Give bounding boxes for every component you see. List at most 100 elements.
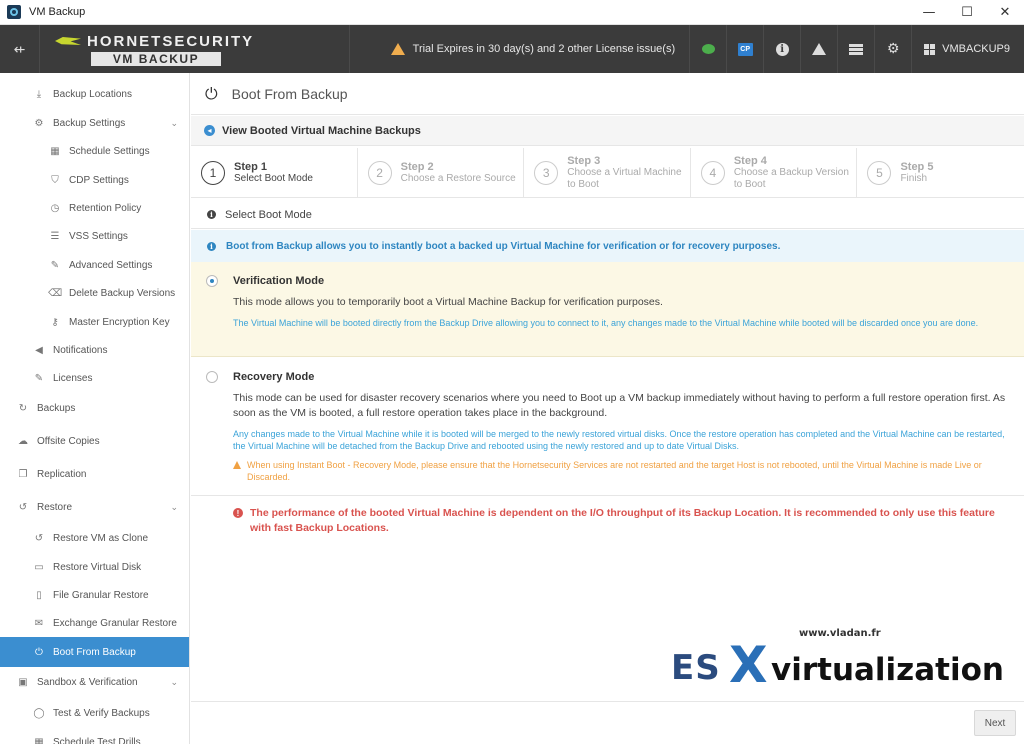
- recovery-mode-title: Recovery Mode: [233, 371, 315, 383]
- backup-locations-icon: ⤓: [36, 88, 42, 100]
- sidebar-item-label: Test & Verify Backups: [53, 707, 150, 719]
- alerts-button[interactable]: [801, 25, 839, 73]
- recovery-mode-desc: This mode can be used for disaster recov…: [233, 392, 1006, 419]
- advanced-settings-icon: ✎: [50, 259, 60, 271]
- backups-icon: ↻: [18, 402, 28, 414]
- sidebar-item-boot-from-backup[interactable]: ⏻ Boot From Backup: [0, 637, 189, 667]
- server-icon: [849, 43, 864, 55]
- chat-icon: [701, 44, 715, 54]
- page-header: ⏻ Boot From Backup: [191, 73, 1024, 115]
- sidebar-item-backup-settings[interactable]: ⚙ Backup Settings ⌄: [0, 108, 189, 138]
- step-desc: Choose a Virtual Machine to Boot: [567, 167, 682, 190]
- backup-settings-icon: ⚙: [34, 117, 44, 129]
- sidebar-item-label: Sandbox & Verification: [37, 676, 138, 688]
- trial-notice[interactable]: Trial Expires in 30 day(s) and 2 other L…: [390, 25, 691, 73]
- recovery-mode-warning: When using Instant Boot - Recovery Mode,…: [233, 459, 1010, 483]
- sidebar-item-backups[interactable]: ↻ Backups: [0, 393, 189, 423]
- verification-mode-radio[interactable]: [206, 275, 218, 287]
- offsite-copies-icon: ☁: [18, 435, 28, 447]
- sidebar-item-sandbox-verification[interactable]: ▣ Sandbox & Verification ⌄: [0, 667, 189, 697]
- sidebar-item-label: Restore: [37, 501, 73, 513]
- sidebar-item-label: Retention Policy: [69, 202, 142, 214]
- info-icon: i: [207, 210, 216, 219]
- sidebar-item-label: File Granular Restore: [53, 589, 149, 601]
- recovery-mode-note: Any changes made to the Virtual Machine …: [233, 429, 1005, 451]
- menu-toggle-icon[interactable]: ⇷: [0, 25, 40, 73]
- host-menu[interactable]: VMBACKUP9: [912, 43, 1024, 55]
- alert-icon: [812, 43, 827, 55]
- step-title: Step 4: [733, 155, 767, 167]
- hornet-logo-icon: [55, 35, 81, 47]
- replication-icon: ❐: [18, 468, 28, 480]
- sidebar-item-label: Boot From Backup: [53, 646, 136, 658]
- close-button[interactable]: ✕: [986, 0, 1024, 25]
- step-label: Step 2 Choose a Restore Source: [401, 161, 516, 185]
- step-label: Step 4 Choose a Backup Version to Boot: [734, 155, 857, 191]
- test-verify-backups-icon: ◯: [33, 707, 45, 719]
- chevron-down-icon[interactable]: ⌄: [170, 502, 178, 513]
- step-desc: Choose a Restore Source: [400, 173, 516, 184]
- boot-from-backup-icon: ⏻: [35, 646, 43, 658]
- sidebar-item-notifications[interactable]: ◀ Notifications: [0, 335, 189, 365]
- view-booted-link[interactable]: ◂ View Booted Virtual Machine Backups: [191, 116, 1024, 146]
- wizard-step-3[interactable]: 3 Step 3 Choose a Virtual Machine to Boot: [524, 148, 691, 198]
- sidebar-item-replication[interactable]: ❐ Replication: [0, 459, 189, 489]
- sidebar-item-label: Schedule Test Drills: [53, 736, 141, 744]
- page-title: Boot From Backup: [231, 85, 348, 102]
- maximize-button[interactable]: ☐: [948, 0, 986, 25]
- recovery-mode-option[interactable]: Recovery Mode This mode can be used for …: [191, 358, 1024, 496]
- wizard-step-1[interactable]: 1 Step 1 Select Boot Mode: [191, 148, 358, 198]
- sidebar-item-retention-policy[interactable]: ◷ Retention Policy: [0, 193, 189, 223]
- cp-button[interactable]: CP: [727, 25, 765, 73]
- info-banner: i Boot from Backup allows you to instant…: [191, 230, 1024, 262]
- windows-icon: [924, 43, 936, 55]
- sidebar-item-restore-virtual-disk[interactable]: ▭ Restore Virtual Disk: [0, 552, 189, 582]
- chevron-down-icon[interactable]: ⌄: [170, 118, 178, 129]
- watermark-virtualization: virtualization: [771, 652, 1004, 688]
- sidebar-item-label: Restore Virtual Disk: [53, 561, 142, 573]
- sidebar-item-master-encryption-key[interactable]: ⚷ Master Encryption Key: [0, 307, 189, 337]
- verification-mode-option[interactable]: Verification Mode This mode allows you t…: [191, 262, 1024, 357]
- schedule-settings-icon: ▦: [50, 145, 60, 157]
- step-label: Step 3 Choose a Virtual Machine to Boot: [567, 155, 690, 191]
- settings-button[interactable]: ⚙: [875, 25, 913, 73]
- cp-icon: CP: [737, 42, 753, 56]
- sidebar-item-licenses[interactable]: ✎ Licenses: [0, 363, 189, 393]
- recovery-mode-warning-text: When using Instant Boot - Recovery Mode,…: [247, 460, 982, 482]
- sidebar-item-schedule-test-drills[interactable]: ▦ Schedule Test Drills: [0, 727, 189, 744]
- servers-button[interactable]: [838, 25, 876, 73]
- sidebar-item-restore[interactable]: ↺ Restore ⌄: [0, 492, 189, 522]
- sidebar-item-exchange-granular-restore[interactable]: ✉ Exchange Granular Restore: [0, 608, 189, 638]
- chat-button[interactable]: [690, 25, 728, 73]
- sidebar-item-label: Schedule Settings: [69, 145, 150, 157]
- watermark-url: www.vladan.fr: [799, 628, 881, 639]
- wizard-step-4[interactable]: 4 Step 4 Choose a Backup Version to Boot: [691, 148, 858, 198]
- next-button[interactable]: Next: [974, 710, 1016, 736]
- sidebar-item-schedule-settings[interactable]: ▦ Schedule Settings: [0, 136, 189, 166]
- sidebar-item-vss-settings[interactable]: ☰ VSS Settings: [0, 221, 189, 251]
- sidebar-item-delete-backup-versions[interactable]: ⌫ Delete Backup Versions: [0, 278, 189, 308]
- step-number: 4: [700, 161, 725, 185]
- step-desc: Select Boot Mode: [234, 173, 313, 184]
- sidebar-item-cdp-settings[interactable]: ⛉ CDP Settings: [0, 165, 189, 195]
- sidebar-item-test-verify-backups[interactable]: ◯ Test & Verify Backups: [0, 698, 189, 728]
- wizard-step-2[interactable]: 2 Step 2 Choose a Restore Source: [358, 148, 525, 198]
- step-title: Step 5: [900, 161, 934, 173]
- verification-mode-desc: This mode allows you to temporarily boot…: [233, 296, 663, 308]
- logo: HORNETSECURITY VM BACKUP: [40, 25, 350, 73]
- master-encryption-key-icon: ⚷: [51, 316, 59, 328]
- sidebar-item-label: Exchange Granular Restore: [53, 617, 177, 629]
- sidebar-item-file-granular-restore[interactable]: ▯ File Granular Restore: [0, 580, 189, 610]
- info-icon: i: [207, 241, 216, 251]
- chevron-down-icon[interactable]: ⌄: [170, 677, 178, 688]
- wizard-step-5[interactable]: 5 Step 5 Finish: [857, 148, 1024, 198]
- sidebar-item-backup-locations[interactable]: ⤓ Backup Locations: [0, 79, 189, 109]
- sidebar-item-offsite-copies[interactable]: ☁ Offsite Copies: [0, 426, 189, 456]
- sidebar-item-restore-vm-as-clone[interactable]: ↺ Restore VM as Clone: [0, 523, 189, 553]
- minimize-button[interactable]: —: [910, 0, 948, 25]
- app-header: ⇷ HORNETSECURITY VM BACKUP Trial Expires…: [0, 25, 1024, 73]
- recovery-mode-radio[interactable]: [206, 371, 218, 383]
- watermark-x: X: [729, 636, 768, 694]
- info-button[interactable]: i: [764, 25, 802, 73]
- sidebar-item-advanced-settings[interactable]: ✎ Advanced Settings: [0, 250, 189, 280]
